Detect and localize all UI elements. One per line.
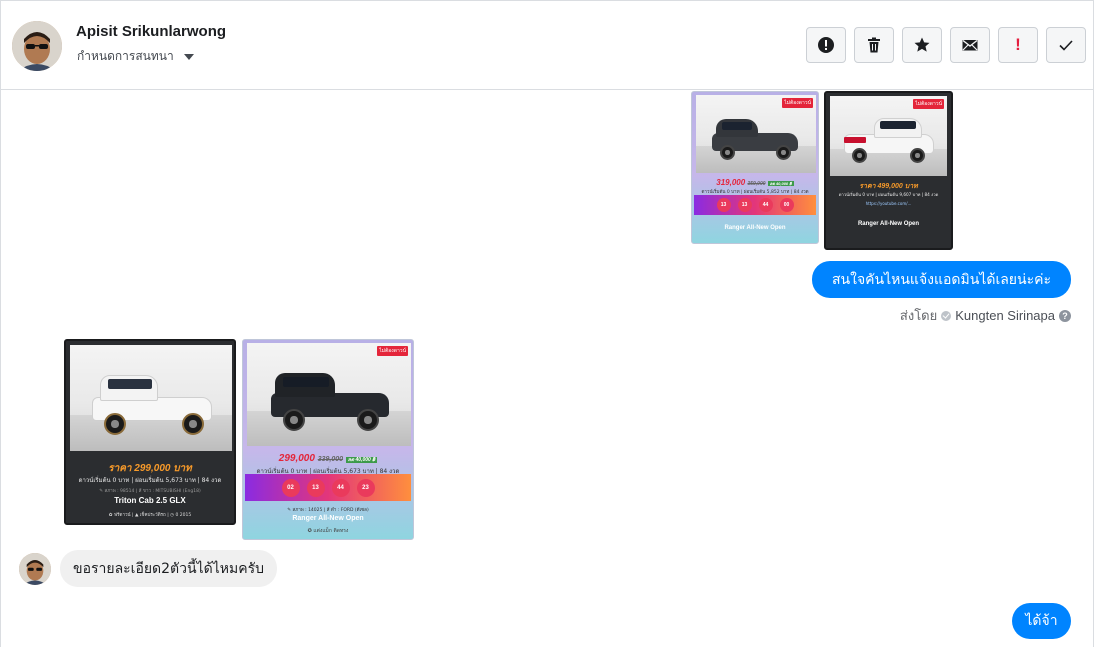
mark-unread-button[interactable] [950, 27, 990, 63]
card-number-bar: 02 13 44 23 [245, 474, 411, 501]
car-model: Ranger All-New Open [292, 515, 364, 522]
checkmark-icon [1059, 40, 1073, 51]
card-price: ราคา 299,000 บาท [108, 463, 192, 474]
card-meta: ✎ สภาพ : 14025 | สี ดำ : FORD (ดีเซล) [287, 508, 369, 513]
card-price: 299,000 339,000 ลด 40,000 ฿ [278, 453, 378, 464]
conversation-view: Apisit Srikunlarwong กำหนดการสนทนา ! ไม่… [0, 0, 1094, 647]
number-ball: 23 [356, 478, 375, 497]
help-icon[interactable]: ? [1059, 309, 1071, 322]
number-ball: 44 [331, 478, 350, 497]
trash-icon [868, 37, 880, 53]
outgoing-message-bubble[interactable]: สนใจคันไหนแจ้งแอดมินได้เลยน่ะค่ะ [812, 261, 1071, 298]
car-photo: ไม่ต้องดาวน์ [247, 343, 411, 446]
outgoing-car-card[interactable]: ไม่ต้องดาวน์ ราคา 499,000 บาท ดาวน์เริ่ม… [824, 91, 953, 250]
down-payment-tag: ไม่ต้องดาวน์ [782, 98, 813, 108]
conversation-toolbar: ! [806, 27, 1086, 63]
caret-down-icon [183, 53, 194, 60]
number-ball: 13 [716, 198, 731, 212]
card-installment: ดาวน์เริ่มต้น 0 บาท | ผ่อนเริ่มต้น 5,673… [78, 477, 222, 484]
car-photo: ไม่ต้องดาวน์ [696, 95, 816, 173]
contact-name: Apisit Srikunlarwong [76, 23, 227, 40]
envelope-icon [962, 39, 978, 51]
incoming-message-text: ขอรายละเอียด2ตัวนี้ได้ไหมครับ [73, 560, 264, 577]
card-number-bar: 13 13 44 00 [694, 195, 816, 215]
star-button[interactable] [902, 27, 942, 63]
sent-by-line: ส่งโดย Kungten Sirinapa ? [900, 305, 1071, 326]
down-payment-tag: ไม่ต้องดาวน์ [377, 346, 408, 356]
card-price: 319,000 359,000 ลด 40,000 ฿ [716, 178, 794, 187]
car-model: Triton Cab 2.5 GLX [114, 496, 186, 505]
mark-done-button[interactable] [1046, 27, 1086, 63]
alert-button[interactable] [806, 27, 846, 63]
star-icon [914, 37, 930, 52]
message-thread[interactable]: ไม่ต้องดาวน์ 319,000 359,000 ลด 40,000 ฿… [1, 91, 1093, 647]
card-footer: ✿ ฟรีดาวน์ | ▲ เช็คประวัติรถ | ◷ 0 2015 [108, 513, 192, 518]
contact-avatar-small[interactable] [19, 553, 51, 585]
assign-conversation-dropdown[interactable]: กำหนดการสนทนา [77, 47, 194, 66]
number-ball: 00 [779, 198, 794, 212]
number-ball: 13 [737, 198, 752, 212]
assign-label: กำหนดการสนทนา [77, 49, 174, 63]
card-installment: ดาวน์เริ่มต้น 0 บาท | ผ่อนเริ่มต้น 5,852… [701, 190, 809, 195]
agent-name[interactable]: Kungten Sirinapa [955, 308, 1055, 323]
car-photo: ไม่ต้องดาวน์ [830, 96, 947, 176]
conversation-header: Apisit Srikunlarwong กำหนดการสนทนา ! [1, 1, 1093, 90]
card-link: https://youtube.com/... [865, 201, 912, 206]
mark-spam-button[interactable]: ! [998, 27, 1038, 63]
exclamation-icon: ! [1015, 35, 1021, 54]
card-meta: ✎ สภาพ : 98514 | สี ขาว : MITSUBISHI (En… [99, 489, 201, 494]
reply-message-text: ได้จ้า [1025, 613, 1058, 629]
outgoing-car-card[interactable]: ไม่ต้องดาวน์ 319,000 359,000 ลด 40,000 ฿… [691, 91, 819, 244]
down-payment-tag: ไม่ต้องดาวน์ [913, 99, 944, 109]
card-installment: ดาวน์เริ่มต้น 0 บาท | ผ่อนเริ่มต้น 9,607… [838, 192, 939, 197]
sent-by-prefix: ส่งโดย [899, 308, 938, 323]
delete-button[interactable] [854, 27, 894, 63]
card-footer: ✪ แต่งแม็ก ติดทรง [307, 528, 349, 534]
car-model: Ranger All-New Open [724, 225, 786, 231]
contact-avatar[interactable] [12, 21, 62, 71]
car-model: Ranger All-New Open [857, 221, 920, 227]
verified-check-icon [941, 310, 952, 321]
alert-circle-icon [818, 37, 834, 53]
incoming-message-bubble[interactable]: ขอรายละเอียด2ตัวนี้ได้ไหมครับ [60, 550, 277, 587]
outgoing-message-text: สนใจคันไหนแจ้งแอดมินได้เลยน่ะค่ะ [832, 271, 1051, 288]
reply-message-bubble[interactable]: ได้จ้า [1012, 603, 1071, 639]
car-photo [70, 345, 232, 451]
incoming-car-card[interactable]: ราคา 299,000 บาท ดาวน์เริ่มต้น 0 บาท | ผ… [64, 339, 236, 525]
number-ball: 02 [281, 478, 300, 497]
number-ball: 13 [306, 478, 325, 497]
incoming-car-card[interactable]: ไม่ต้องดาวน์ 299,000 339,000 ลด 40,000 ฿… [242, 339, 414, 540]
number-ball: 44 [758, 198, 773, 212]
